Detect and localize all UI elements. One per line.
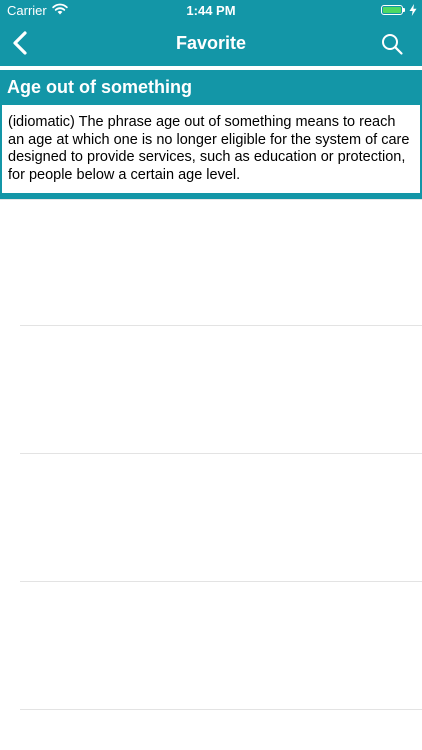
card-bottom-border [0, 199, 422, 200]
battery-tip [403, 8, 405, 12]
favorite-entry-card[interactable]: Age out of something (idiomatic) The phr… [0, 70, 422, 199]
bolt-icon [409, 4, 417, 16]
battery-icon [381, 5, 403, 15]
entry-definition: (idiomatic) The phrase age out of someth… [2, 105, 420, 193]
list-separator [20, 709, 422, 710]
status-time: 1:44 PM [186, 3, 236, 18]
list-separator [20, 581, 422, 582]
search-button[interactable] [380, 32, 404, 56]
entry-title: Age out of something [7, 77, 192, 97]
battery-level-fill [383, 7, 401, 13]
page-title: Favorite [175, 33, 247, 53]
navigation-bar: Carrier 1:44 PM Favorite [0, 0, 422, 66]
list-separator [20, 453, 422, 454]
status-bar: Carrier 1:44 PM [0, 0, 422, 22]
back-button[interactable] [8, 28, 34, 58]
list-separator [20, 325, 422, 326]
search-icon [382, 34, 403, 55]
chevron-left-icon [13, 31, 27, 55]
